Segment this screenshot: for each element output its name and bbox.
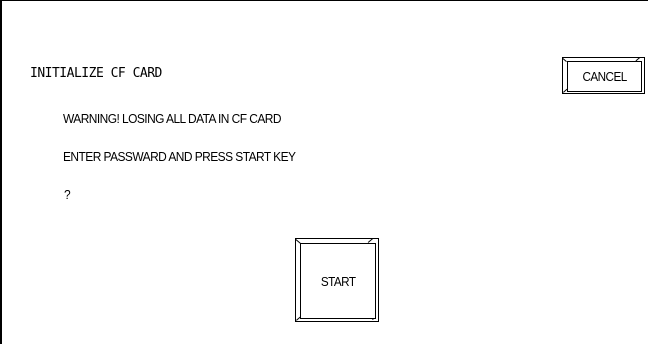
password-instruction: ENTER PASSWARD AND PRESS START KEY bbox=[63, 149, 296, 164]
cancel-button-label: CANCEL bbox=[582, 69, 627, 84]
password-prompt[interactable]: ? bbox=[64, 187, 71, 203]
screen-title: INITIALIZE CF CARD bbox=[30, 66, 162, 81]
cancel-button-face[interactable]: CANCEL bbox=[567, 61, 642, 92]
warning-message: WARNING! LOSING ALL DATA IN CF CARD bbox=[63, 111, 281, 126]
start-button[interactable]: START bbox=[295, 238, 379, 322]
start-button-face[interactable]: START bbox=[300, 243, 376, 319]
cancel-button[interactable]: CANCEL bbox=[562, 57, 645, 94]
start-button-label: START bbox=[320, 273, 356, 289]
